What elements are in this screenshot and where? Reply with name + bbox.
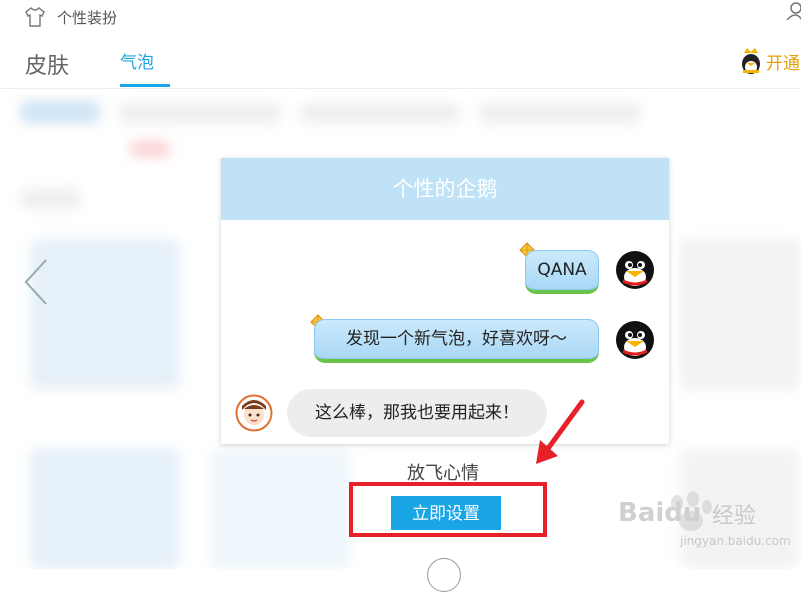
penguin-avatar-icon xyxy=(616,321,654,359)
previous-arrow-icon[interactable] xyxy=(22,258,52,306)
tab-bubble[interactable]: 气泡 xyxy=(120,48,154,73)
chat-bubble-right: QANA xyxy=(525,250,599,294)
title-bar: 个性装扮 xyxy=(0,0,801,34)
active-tab-indicator xyxy=(120,84,170,87)
open-vip-button[interactable]: 开通 xyxy=(738,46,800,76)
boy-avatar-icon xyxy=(235,394,273,432)
red-arrow-annotation-icon xyxy=(536,399,585,464)
open-vip-label: 开通 xyxy=(766,53,800,74)
bubble-preview-card: 个性的企鹅 QANA 发现一个新气泡，好喜欢呀～ 这么棒，那我也要用起来！ xyxy=(221,158,669,444)
carousel-indicator[interactable] xyxy=(427,558,461,592)
chat-bubble-left: 这么棒，那我也要用起来！ xyxy=(287,389,547,437)
watermark-url: jingyan.baidu.com xyxy=(680,534,791,548)
watermark-brand: Baidu xyxy=(618,498,702,528)
tshirt-icon xyxy=(25,7,45,27)
chat-bubble-right: 发现一个新气泡，好喜欢呀～ xyxy=(314,319,599,363)
window-title: 个性装扮 xyxy=(57,9,118,27)
watermark-cn: 经验 xyxy=(712,504,757,529)
penguin-avatar-icon xyxy=(616,251,654,289)
apply-now-button[interactable]: 立即设置 xyxy=(391,496,501,530)
penguin-crown-icon xyxy=(742,48,760,74)
tab-bar: 皮肤 气泡 开通 xyxy=(0,34,801,89)
tab-skin[interactable]: 皮肤 xyxy=(25,48,69,80)
preview-title: 个性的企鹅 xyxy=(221,158,669,220)
user-icon[interactable] xyxy=(786,2,801,20)
